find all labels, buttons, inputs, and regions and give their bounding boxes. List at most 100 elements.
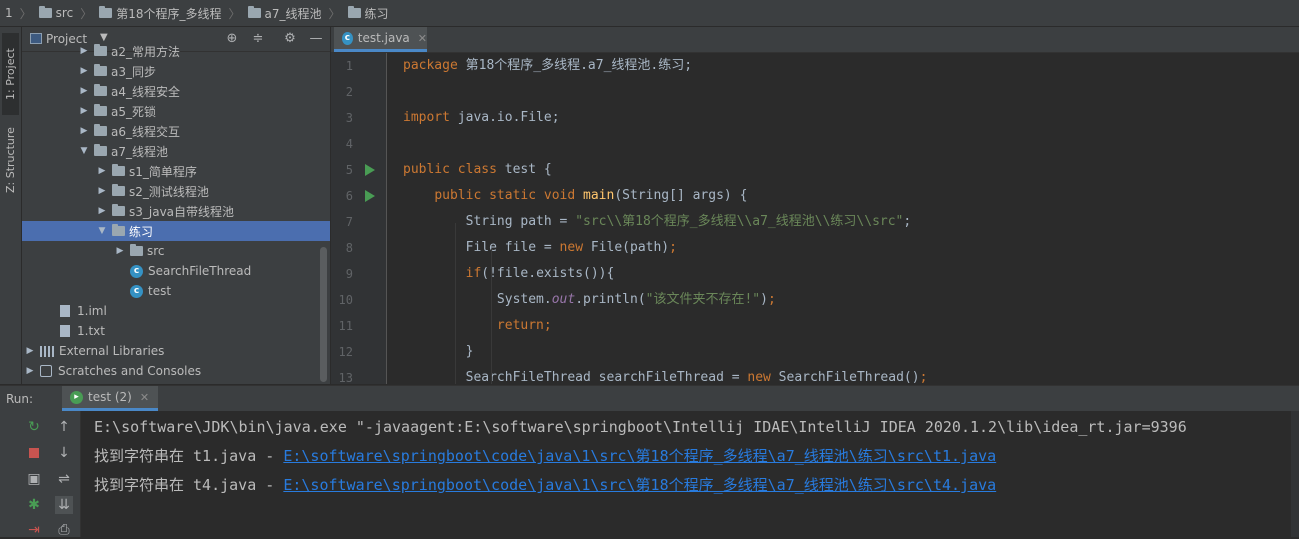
tree-item[interactable]: ▼ a7_线程池 (22, 141, 330, 161)
console-file-link[interactable]: E:\software\springboot\code\java\1\src\第… (283, 476, 996, 494)
chevron-right-icon[interactable]: ▶ (24, 346, 36, 356)
run-tab-label: test (2) (88, 390, 132, 404)
line-number: 2 (345, 85, 353, 99)
tree-item[interactable]: ▶ a5_死锁 (22, 101, 330, 121)
chevron-down-icon[interactable]: ▼ (78, 146, 90, 156)
chevron-right-icon[interactable]: ▶ (24, 366, 36, 376)
tree-item-label: External Libraries (59, 344, 165, 358)
tree-item-label: a5_死锁 (111, 104, 156, 119)
breadcrumb-package[interactable]: 第18个程序_多线程 (94, 5, 226, 22)
chevron-down-icon[interactable]: ▼ (96, 226, 108, 236)
breadcrumb-separator: 〉 (328, 6, 341, 21)
close-icon[interactable]: ✕ (418, 32, 427, 45)
tab-test-java[interactable]: c test.java ✕ (334, 27, 427, 52)
tree-item-label: SearchFileThread (148, 264, 252, 278)
run-gutter-icon[interactable] (365, 164, 375, 176)
tree-item[interactable]: ▶ Scratches and Consoles (22, 361, 330, 381)
code-line: if(!file.exists()){ (465, 266, 615, 281)
run-console[interactable]: E:\software\JDK\bin\java.exe "-javaagent… (81, 411, 1299, 537)
breadcrumb-separator: 〉 (228, 6, 241, 21)
java-class-icon: c (130, 284, 143, 298)
tree-item-label: a6_线程交互 (111, 124, 180, 139)
tree-item[interactable]: 1.txt (22, 321, 330, 341)
run-panel-header: Run: ▸ test (2) ✕ (0, 385, 1299, 412)
run-tab-test[interactable]: ▸ test (2) ✕ (62, 386, 158, 411)
line-number: 9 (345, 267, 353, 281)
folder-icon (112, 164, 125, 176)
breadcrumb-separator: 〉 (80, 6, 93, 21)
camera-icon[interactable]: ▣ (25, 470, 43, 488)
breadcrumb-label: src (55, 6, 74, 20)
tree-item-label: src (147, 244, 165, 258)
code-editor[interactable]: package 第18个程序_多线程.a7_线程池.练习; import java… (387, 53, 1299, 384)
chevron-right-icon[interactable]: ▶ (96, 166, 108, 176)
folder-icon (94, 144, 107, 156)
run-gutter-icon[interactable] (365, 190, 375, 202)
folder-icon (112, 204, 125, 216)
arrow-up-icon[interactable]: ↑ (55, 418, 73, 436)
breadcrumb-label: 第18个程序_多线程 (116, 6, 222, 21)
tree-item[interactable]: ▶ a3_同步 (22, 61, 330, 81)
console-text: 找到字符串在 t1.java - (94, 447, 284, 465)
breadcrumb-project[interactable]: 1 (0, 6, 18, 20)
java-class-icon: c (342, 31, 353, 45)
tree-item[interactable]: ▶ s2_测试线程池 (22, 181, 330, 201)
console-text: 找到字符串在 t4.java - (94, 476, 284, 494)
tree-item-label: s2_测试线程池 (129, 184, 209, 199)
tree-item[interactable]: ▶ a2_常用方法 (22, 41, 330, 61)
line-number: 1 (345, 59, 353, 73)
code-line: public class test { (403, 162, 552, 177)
file-icon (60, 305, 70, 317)
tree-item[interactable]: ▶ External Libraries (22, 341, 330, 361)
stop-icon[interactable] (25, 444, 43, 462)
tree-item[interactable]: ▼ 练习 (22, 221, 330, 241)
arrow-down-icon[interactable]: ↓ (55, 444, 73, 462)
code-line: package 第18个程序_多线程.a7_线程池.练习; (403, 58, 693, 73)
folder-icon (38, 6, 52, 18)
tree-item[interactable]: ▶ s3_java自带线程池 (22, 201, 330, 221)
structure-tool-tab[interactable]: Z: Structure (2, 119, 19, 201)
project-scrollbar[interactable] (320, 247, 327, 382)
scroll-to-end-icon[interactable]: ⇊ (55, 496, 73, 514)
tree-item-label: s3_java自带线程池 (129, 204, 235, 219)
folder-icon (99, 6, 113, 18)
tree-item[interactable]: c test (22, 281, 330, 301)
console-line: 找到字符串在 t1.java - E:\software\springboot\… (94, 442, 996, 471)
rerun-icon[interactable]: ↻ (25, 418, 43, 436)
chevron-right-icon[interactable]: ▶ (78, 66, 90, 76)
console-file-link[interactable]: E:\software\springboot\code\java\1\src\第… (283, 447, 996, 465)
tree-item[interactable]: ▶ src (22, 241, 330, 261)
chevron-right-icon[interactable]: ▶ (78, 126, 90, 136)
folder-icon (247, 6, 261, 18)
soft-wrap-icon[interactable]: ⇌ (55, 470, 73, 488)
project-tool-tab[interactable]: 1: Project (2, 33, 19, 115)
chevron-right-icon[interactable]: ▶ (78, 86, 90, 96)
breadcrumb-subpackage[interactable]: a7_线程池 (243, 5, 327, 22)
tree-item[interactable]: c SearchFileThread (22, 261, 330, 281)
debug-icon[interactable]: ✱ (25, 496, 43, 514)
exit-icon[interactable]: ⇥ (25, 521, 43, 539)
line-number: 10 (338, 293, 353, 307)
breadcrumb-current[interactable]: 练习 (343, 5, 394, 22)
line-number: 11 (338, 319, 353, 333)
print-icon[interactable]: ⎙ (55, 521, 73, 539)
tree-item-label: a7_线程池 (111, 144, 168, 159)
tree-item[interactable]: ▶ a4_线程安全 (22, 81, 330, 101)
code-line: SearchFileThread searchFileThread = new … (403, 370, 928, 384)
line-number: 6 (345, 189, 353, 203)
console-scrollbar[interactable] (1291, 411, 1299, 537)
code-line: System.out.println("该文件夹不存在!"); (403, 292, 776, 307)
chevron-right-icon[interactable]: ▶ (78, 46, 90, 56)
chevron-right-icon[interactable]: ▶ (114, 246, 126, 256)
chevron-right-icon[interactable]: ▶ (96, 206, 108, 216)
code-line: public static void main(String[] args) { (434, 188, 748, 203)
library-icon (40, 345, 54, 357)
chevron-right-icon[interactable]: ▶ (78, 106, 90, 116)
tree-item[interactable]: ▶ s1_简单程序 (22, 161, 330, 181)
folder-icon (130, 244, 143, 256)
tree-item[interactable]: ▶ a6_线程交互 (22, 121, 330, 141)
tree-item[interactable]: 1.iml (22, 301, 330, 321)
breadcrumb-src[interactable]: src (34, 6, 79, 20)
chevron-right-icon[interactable]: ▶ (96, 186, 108, 196)
close-icon[interactable]: ✕ (140, 391, 149, 404)
